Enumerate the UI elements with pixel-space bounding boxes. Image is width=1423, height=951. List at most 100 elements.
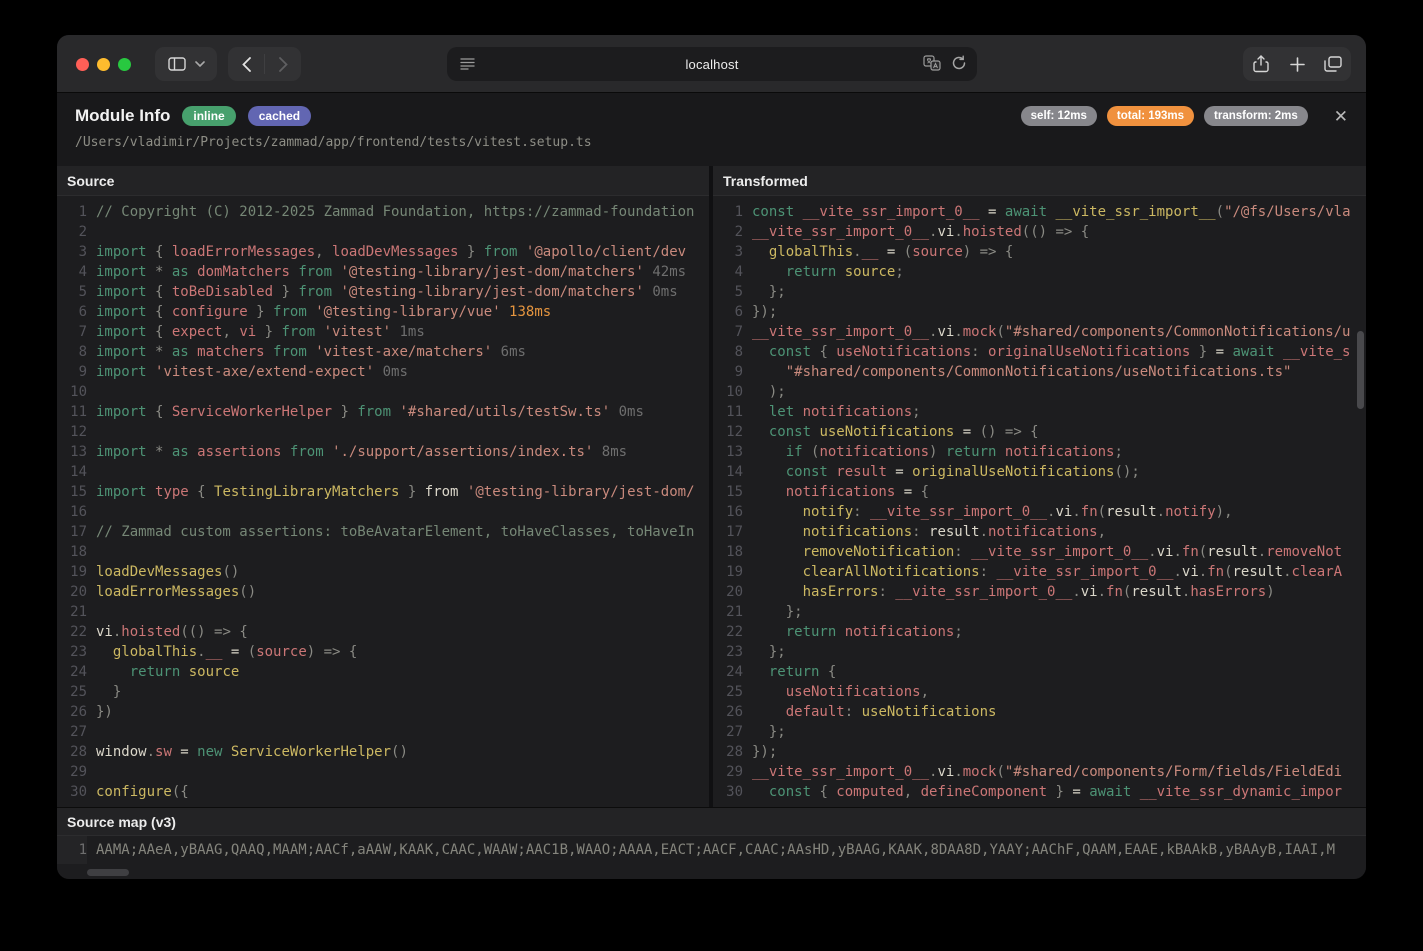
line-number: 1: [57, 202, 87, 222]
code-line: 9 "#shared/components/CommonNotification…: [713, 362, 1366, 382]
code-line: 25 }: [57, 682, 709, 702]
code-line: 14: [57, 462, 709, 482]
line-number: 30: [57, 782, 87, 802]
sourcemap-mappings: AAMA;AAeA,yBAAG,QAAQ,MAAM;AACf,aAAW,KAAK…: [96, 836, 1335, 864]
line-number: 16: [57, 502, 87, 522]
code-line: 28window.sw = new ServiceWorkerHelper(): [57, 742, 709, 762]
sidebar-toggle-button[interactable]: [155, 47, 217, 81]
line-number: 18: [57, 542, 87, 562]
share-button[interactable]: [1243, 47, 1279, 81]
transform-time-badge: transform: 2ms: [1204, 106, 1308, 126]
browser-window: localhost: [57, 35, 1366, 879]
source-pane: Source 1// Copyright (C) 2012-2025 Zamma…: [57, 166, 709, 807]
line-number: 27: [57, 722, 87, 742]
sourcemap-section: Source map (v3) 1 AAMA;AAeA,yBAAG,QAAQ,M…: [57, 807, 1366, 879]
line-number: 27: [713, 722, 743, 742]
source-code[interactable]: 1// Copyright (C) 2012-2025 Zammad Found…: [57, 197, 709, 807]
line-number: 15: [713, 482, 743, 502]
line-number: 6: [713, 302, 743, 322]
code-line: 6import { configure } from '@testing-lib…: [57, 302, 709, 322]
line-number: 4: [713, 262, 743, 282]
code-line: 22vi.hoisted(() => {: [57, 622, 709, 642]
reload-icon[interactable]: [951, 55, 967, 76]
code-line: 3 globalThis.__ = (source) => {: [713, 242, 1366, 262]
module-info-header: Module Info inline cached self: 12ms tot…: [57, 93, 1366, 166]
code-panes: Source 1// Copyright (C) 2012-2025 Zamma…: [57, 166, 1366, 807]
code-line: 13 if (notifications) return notificatio…: [713, 442, 1366, 462]
line-number: 12: [57, 422, 87, 442]
line-number: 2: [57, 222, 87, 242]
line-number: 1: [713, 202, 743, 222]
line-number: 10: [57, 382, 87, 402]
line-number: 11: [713, 402, 743, 422]
browser-toolbar: localhost: [57, 35, 1366, 93]
code-line: 24 return {: [713, 662, 1366, 682]
cached-badge: cached: [248, 106, 311, 126]
line-number: 18: [713, 542, 743, 562]
chevron-down-icon: [195, 61, 205, 67]
line-number: 9: [713, 362, 743, 382]
transformed-code[interactable]: 1const __vite_ssr_import_0__ = await __v…: [713, 197, 1366, 807]
transformed-pane-title: Transformed: [713, 166, 1366, 196]
code-line: 2: [57, 222, 709, 242]
line-number: 4: [57, 262, 87, 282]
code-line: 28});: [713, 742, 1366, 762]
line-number: 8: [57, 342, 87, 362]
code-line: 12: [57, 422, 709, 442]
inline-badge: inline: [182, 106, 235, 126]
code-line: 20loadErrorMessages(): [57, 582, 709, 602]
back-button[interactable]: [228, 47, 264, 81]
code-line: 9import 'vitest-axe/extend-expect' 0ms: [57, 362, 709, 382]
line-number: 3: [57, 242, 87, 262]
code-line: 2__vite_ssr_import_0__.vi.hoisted(() => …: [713, 222, 1366, 242]
code-line: 16 notify: __vite_ssr_import_0__.vi.fn(r…: [713, 502, 1366, 522]
line-number: 26: [713, 702, 743, 722]
line-number: 15: [57, 482, 87, 502]
new-tab-button[interactable]: [1279, 47, 1315, 81]
line-number: 6: [57, 302, 87, 322]
forward-button[interactable]: [265, 47, 301, 81]
code-line: 7import { expect, vi } from 'vitest' 1ms: [57, 322, 709, 342]
code-line: 15import type { TestingLibraryMatchers }…: [57, 482, 709, 502]
address-bar[interactable]: localhost: [447, 47, 977, 81]
line-number: 26: [57, 702, 87, 722]
code-line: 29: [57, 762, 709, 782]
line-number: 22: [57, 622, 87, 642]
line-number: 29: [57, 762, 87, 782]
total-time-badge: total: 193ms: [1107, 106, 1194, 126]
code-line: 4 return source;: [713, 262, 1366, 282]
line-number: 5: [57, 282, 87, 302]
code-line: 19loadDevMessages(): [57, 562, 709, 582]
translate-icon[interactable]: [923, 55, 941, 76]
code-line: 23 globalThis.__ = (source) => {: [57, 642, 709, 662]
reader-view-icon[interactable]: [459, 55, 476, 77]
code-line: 25 useNotifications,: [713, 682, 1366, 702]
window-close-button[interactable]: [76, 58, 89, 71]
code-line: 10 );: [713, 382, 1366, 402]
traffic-lights: [76, 58, 131, 71]
line-number: 24: [713, 662, 743, 682]
sidebar-icon: [168, 57, 186, 71]
self-time-badge: self: 12ms: [1021, 106, 1097, 126]
code-line: 17 notifications: result.notifications,: [713, 522, 1366, 542]
code-line: 27: [57, 722, 709, 742]
close-button[interactable]: ✕: [1334, 108, 1348, 125]
vertical-scrollbar-thumb[interactable]: [1357, 331, 1364, 409]
line-number: 16: [713, 502, 743, 522]
code-line: 6});: [713, 302, 1366, 322]
sourcemap-scrollbar-thumb[interactable]: [87, 869, 129, 876]
line-number: 14: [57, 462, 87, 482]
line-number: 7: [713, 322, 743, 342]
window-zoom-button[interactable]: [118, 58, 131, 71]
source-pane-title: Source: [57, 166, 709, 196]
code-line: 19 clearAllNotifications: __vite_ssr_imp…: [713, 562, 1366, 582]
line-number: 22: [713, 622, 743, 642]
code-line: 1const __vite_ssr_import_0__ = await __v…: [713, 202, 1366, 222]
tab-overview-button[interactable]: [1315, 47, 1351, 81]
page-title: Module Info: [75, 106, 170, 126]
line-number: 2: [713, 222, 743, 242]
window-minimize-button[interactable]: [97, 58, 110, 71]
line-number: 25: [713, 682, 743, 702]
transformed-pane: Transformed 1const __vite_ssr_import_0__…: [713, 166, 1366, 807]
code-line: 8 const { useNotifications: originalUseN…: [713, 342, 1366, 362]
